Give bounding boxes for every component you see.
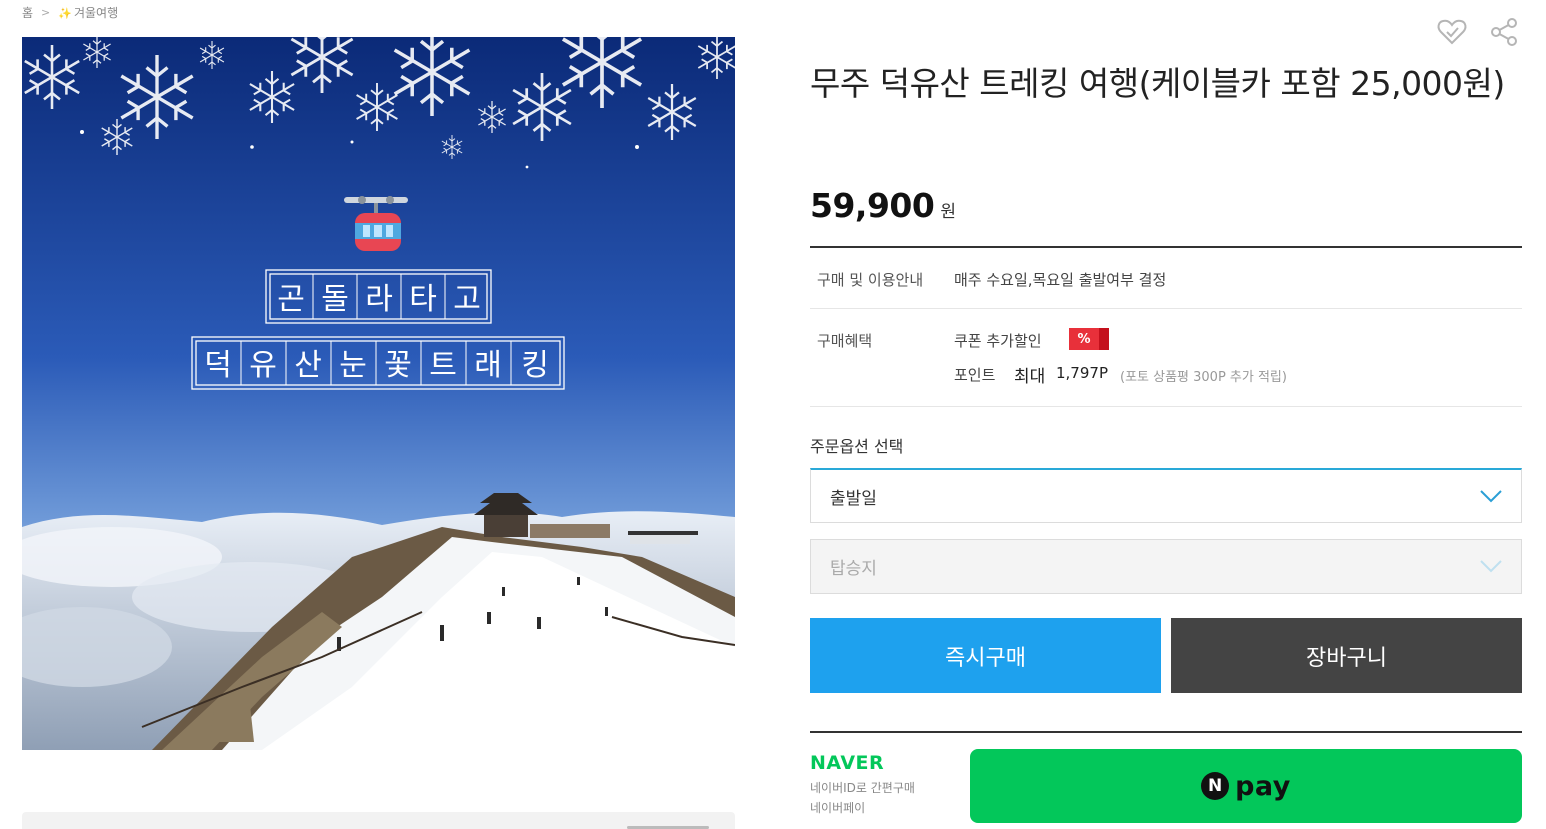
image-char: 곤 (277, 282, 305, 317)
share-icon[interactable] (1488, 16, 1520, 48)
guide-value: 매주 수요일,목요일 출발여부 결정 (954, 271, 1167, 289)
price-amount: 59,900 (810, 186, 935, 225)
chevron-down-icon (1480, 490, 1502, 503)
coupon-badge[interactable]: % (1069, 328, 1109, 350)
image-char: 덕 (204, 348, 232, 383)
points-value: 1,797P (1056, 364, 1108, 382)
image-char: 라 (365, 282, 393, 317)
guide-label: 구매 및 이용안내 (817, 271, 924, 289)
divider (810, 406, 1522, 407)
product-action-icons (1436, 16, 1520, 48)
benefit-label: 구매혜택 (817, 332, 873, 350)
image-char: 타 (409, 282, 437, 317)
naver-pay-button[interactable]: N pay (970, 749, 1522, 823)
chevron-down-icon (1480, 560, 1502, 573)
image-char: 꽃 (384, 348, 412, 383)
thumbnail-strip[interactable] (22, 812, 735, 829)
divider (810, 731, 1522, 733)
naver-n-icon: N (1201, 772, 1230, 800)
heart-check-icon[interactable] (1436, 16, 1468, 48)
product-price: 59,900 원 (810, 186, 956, 225)
points-note: (포토 상품평 300P 추가 적립) (1120, 370, 1287, 385)
product-image: 곤 돌 라 타 고 덕 유 산 눈 꽃 트 래 킹 (22, 37, 735, 750)
breadcrumb-category-label: 겨울여행 (73, 6, 119, 20)
image-char: 킹 (521, 348, 549, 383)
buy-now-button[interactable]: 즉시구매 (810, 618, 1161, 693)
image-char: 산 (294, 348, 322, 383)
boarding-place-placeholder: 탑승지 (830, 559, 877, 579)
option-title: 주문옵션 선택 (810, 437, 904, 456)
breadcrumb-category[interactable]: ✨ 겨울여행 (58, 4, 118, 21)
image-char: 래 (474, 348, 502, 383)
chevron-right-icon: > (41, 6, 51, 19)
divider (810, 246, 1522, 248)
breadcrumb: 홈 > ✨ 겨울여행 (22, 4, 118, 21)
coupon-label: 쿠폰 추가할인 (954, 332, 1042, 350)
coupon-badge-tail (1099, 328, 1109, 350)
image-char: 트 (429, 348, 457, 383)
product-title: 무주 덕유산 트레킹 여행(케이블카 포함 25,000원) (810, 64, 1505, 103)
naver-logo: NAVER (810, 752, 885, 774)
price-unit: 원 (940, 202, 956, 222)
naver-pay-text: 네이버페이 (810, 801, 866, 815)
sparkle-icon: ✨ (58, 7, 72, 20)
add-to-cart-button[interactable]: 장바구니 (1171, 618, 1522, 693)
image-char: 눈 (339, 348, 367, 383)
points-max: 최대 (1014, 367, 1046, 387)
points-label: 포인트 (954, 366, 996, 384)
boarding-place-select[interactable]: 탑승지 (810, 539, 1522, 594)
departure-date-select[interactable]: 출발일 (810, 468, 1522, 523)
naver-pay-label: pay (1235, 770, 1291, 802)
departure-date-placeholder: 출발일 (830, 488, 877, 509)
divider (810, 308, 1522, 309)
percent-icon: % (1069, 328, 1099, 350)
naver-sub-text: 네이버ID로 간편구매 (810, 781, 915, 795)
image-char: 돌 (321, 282, 349, 317)
image-char: 유 (249, 348, 277, 383)
image-char: 고 (453, 282, 481, 317)
breadcrumb-home[interactable]: 홈 (22, 4, 33, 21)
